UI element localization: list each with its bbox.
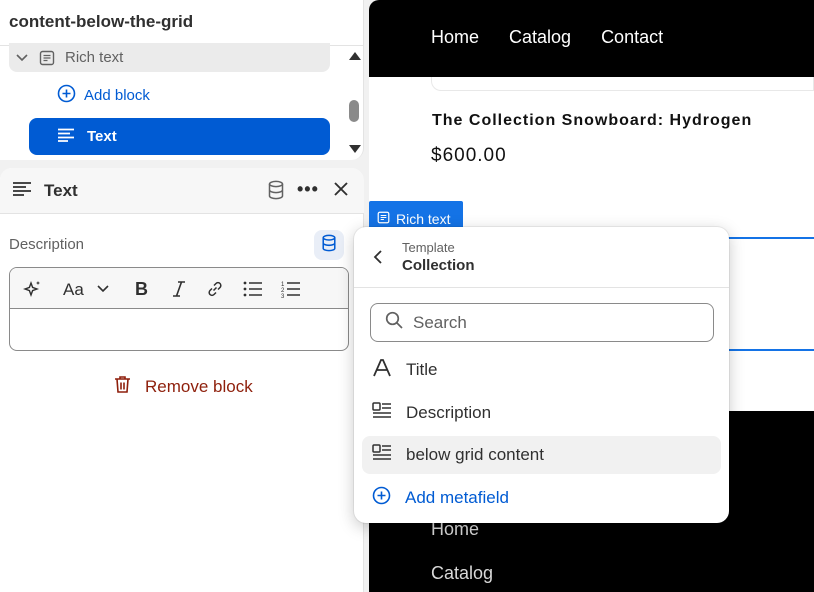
rich-text-icon [35,50,59,66]
source-item-title[interactable]: Title [362,351,721,389]
settings-title: Text [44,181,78,200]
search-field[interactable] [370,303,714,342]
bold-icon[interactable]: B [132,278,152,300]
italic-icon[interactable] [170,278,188,300]
remove-block-label: Remove block [145,377,253,396]
text-lines-icon [12,181,32,202]
selected-block-tag-label: Rich text [396,211,451,227]
description-label: Description [9,236,85,253]
tree-item-label: Text [87,128,117,145]
block-tree-panel: content-below-the-grid Rich text Add blo… [0,0,364,160]
svg-text:3: 3 [281,294,285,298]
database-icon [321,234,337,257]
tree-item-label: Rich text [65,49,124,66]
database-icon[interactable] [267,180,285,205]
search-icon [385,311,403,334]
plus-circle-icon [372,486,391,510]
scrollbar[interactable] [344,46,363,158]
source-item-label: Title [406,360,438,379]
scroll-down-arrow-icon[interactable] [349,145,361,153]
preview-header-nav: Home Catalog Contact [369,0,814,77]
source-item-description[interactable]: Description [362,394,721,432]
svg-text:B: B [135,280,148,298]
scroll-thumb[interactable] [349,100,359,122]
search-input[interactable] [413,312,693,333]
nav-link-contact[interactable]: Contact [601,27,663,77]
nav-link-home[interactable]: Home [431,27,479,77]
numbered-list-icon[interactable]: 123 [280,278,302,300]
product-title[interactable]: The Collection Snowboard: Hydrogen [432,112,752,130]
source-item-label: Description [406,403,492,422]
source-item-below-grid-content[interactable]: below grid content [362,436,721,474]
text-block-icon [372,401,392,425]
text-block-icon [372,443,392,467]
product-card-edge [431,77,814,91]
remove-block-button[interactable]: Remove block [114,375,253,399]
add-metafield-button[interactable]: Add metafield [362,479,721,517]
add-block-button[interactable]: Add block [57,84,150,107]
sparkle-icon[interactable] [22,278,44,300]
rich-text-icon [377,211,390,227]
rich-text-editor: Aa B 123 [9,267,349,351]
chevron-down-icon[interactable] [96,278,110,300]
popover-header: Template Collection [354,227,729,288]
section-title: content-below-the-grid [9,12,194,31]
bulleted-list-icon[interactable] [242,278,264,300]
source-item-label: below grid content [406,445,544,464]
popover-title: Collection [402,257,475,274]
plus-circle-icon [57,84,76,107]
tree-item-rich-text[interactable]: Rich text [9,43,330,72]
svg-text:Aa: Aa [63,280,84,298]
settings-header: Text ••• [0,168,364,214]
link-icon[interactable] [205,278,225,300]
scroll-up-arrow-icon[interactable] [349,52,361,60]
block-settings-panel: Text ••• Description Aa B 1 2 3 Remove b… [0,168,364,592]
trash-icon [114,375,131,399]
close-icon[interactable] [332,180,350,203]
text-format-icon [372,358,392,382]
footer-link-catalog[interactable]: Catalog [431,563,493,584]
product-price: $600.00 [431,145,507,166]
popover-breadcrumb: Template [402,240,455,255]
nav-link-catalog[interactable]: Catalog [509,27,571,77]
back-chevron-icon[interactable] [373,249,383,270]
editor-toolbar: Aa B 123 [10,268,348,309]
add-block-label: Add block [84,87,150,104]
add-metafield-label: Add metafield [405,488,509,507]
connect-dynamic-source-button[interactable] [314,230,344,260]
editor-content-area[interactable] [10,309,348,350]
dynamic-source-popover: Template Collection Title Description be… [354,227,729,523]
tree-item-text[interactable]: Text [29,118,330,155]
chevron-down-icon[interactable] [9,51,35,65]
more-options-button[interactable]: ••• [297,179,319,200]
text-lines-icon [57,128,75,146]
font-style-icon[interactable]: Aa [62,278,86,300]
